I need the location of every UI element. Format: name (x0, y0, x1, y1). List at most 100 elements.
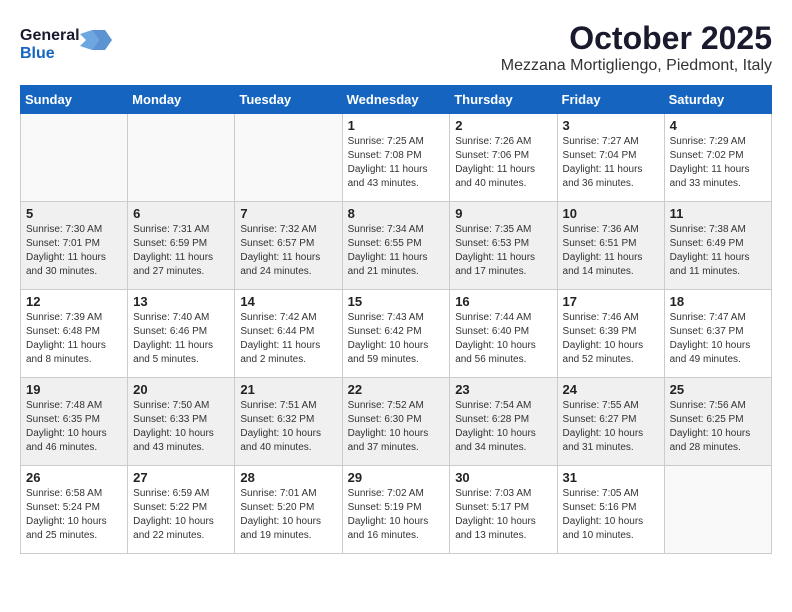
calendar-cell: 30 Sunrise: 7:03 AMSunset: 5:17 PMDayligh… (450, 466, 557, 554)
day-info: Sunrise: 7:02 AMSunset: 5:19 PMDaylight:… (348, 487, 445, 543)
day-number: 7 (240, 206, 336, 221)
day-info: Sunrise: 7:05 AMSunset: 5:16 PMDaylight:… (563, 487, 659, 543)
calendar-cell: 28Sunrise: 7:01 AMSunset: 5:20 PMDayligh… (235, 466, 342, 554)
day-number: 6 (133, 206, 229, 221)
day-info: Sunrise: 7:25 AMSunset: 7:08 PMDaylight:… (348, 135, 445, 191)
day-number: 3 (563, 118, 659, 133)
day-number: 17 (563, 294, 659, 309)
calendar-week-row: 12 Sunrise: 7:39 AMSunset: 6:48 PMDayligh… (21, 290, 772, 378)
calendar-cell: 15 Sunrise: 7:43 AMSunset: 6:42 PMDayligh… (342, 290, 450, 378)
day-info: Sunrise: 7:30 AMSunset: 7:01 PMDaylight:… (26, 223, 122, 279)
calendar-cell: 7 Sunrise: 7:32 AMSunset: 6:57 PMDaylight… (235, 202, 342, 290)
calendar-cell: 5 Sunrise: 7:30 AMSunset: 7:01 PMDaylight… (21, 202, 128, 290)
day-number: 2 (455, 118, 551, 133)
day-info: Sunrise: 7:31 AMSunset: 6:59 PMDaylight:… (133, 223, 229, 279)
svg-text:General: General (20, 27, 80, 44)
day-info: Sunrise: 7:44 AMSunset: 6:40 PMDaylight:… (455, 311, 551, 367)
day-number: 1 (348, 118, 445, 133)
calendar-cell: 8 Sunrise: 7:34 AMSunset: 6:55 PMDaylight… (342, 202, 450, 290)
location-title: Mezzana Mortigliengo, Piedmont, Italy (501, 57, 772, 75)
calendar-cell: 14 Sunrise: 7:42 AMSunset: 6:44 PMDayligh… (235, 290, 342, 378)
day-info: Sunrise: 7:51 AMSunset: 6:32 PMDaylight:… (240, 399, 336, 455)
calendar-week-row: 1 Sunrise: 7:25 AMSunset: 7:08 PMDaylight… (21, 114, 772, 202)
day-info: Sunrise: 7:03 AMSunset: 5:17 PMDaylight:… (455, 487, 551, 543)
day-number: 14 (240, 294, 336, 309)
calendar-cell: 13Sunrise: 7:40 AMSunset: 6:46 PMDayligh… (128, 290, 235, 378)
day-number: 12 (26, 294, 122, 309)
day-number: 8 (348, 206, 445, 221)
calendar-cell: 11 Sunrise: 7:38 AMSunset: 6:49 PMDayligh… (664, 202, 771, 290)
calendar-cell: 26 Sunrise: 6:58 AMSunset: 5:24 PMDayligh… (21, 466, 128, 554)
day-info: Sunrise: 7:52 AMSunset: 6:30 PMDaylight:… (348, 399, 445, 455)
day-info: Sunrise: 7:42 AMSunset: 6:44 PMDaylight:… (240, 311, 336, 367)
day-number: 26 (26, 470, 122, 485)
day-number: 24 (563, 382, 659, 397)
calendar-week-row: 5 Sunrise: 7:30 AMSunset: 7:01 PMDaylight… (21, 202, 772, 290)
day-info: Sunrise: 6:58 AMSunset: 5:24 PMDaylight:… (26, 487, 122, 543)
day-number: 16 (455, 294, 551, 309)
header-day-tuesday: Tuesday (235, 86, 342, 114)
day-info: Sunrise: 7:43 AMSunset: 6:42 PMDaylight:… (348, 311, 445, 367)
calendar-cell: 20Sunrise: 7:50 AMSunset: 6:33 PMDayligh… (128, 378, 235, 466)
day-info: Sunrise: 7:36 AMSunset: 6:51 PMDaylight:… (563, 223, 659, 279)
day-info: Sunrise: 7:48 AMSunset: 6:35 PMDaylight:… (26, 399, 122, 455)
calendar-cell: 19 Sunrise: 7:48 AMSunset: 6:35 PMDayligh… (21, 378, 128, 466)
header-day-thursday: Thursday (450, 86, 557, 114)
calendar-cell: 25 Sunrise: 7:56 AMSunset: 6:25 PMDayligh… (664, 378, 771, 466)
day-info: Sunrise: 7:27 AMSunset: 7:04 PMDaylight:… (563, 135, 659, 191)
header-day-friday: Friday (557, 86, 664, 114)
day-info: Sunrise: 7:54 AMSunset: 6:28 PMDaylight:… (455, 399, 551, 455)
day-info: Sunrise: 7:56 AMSunset: 6:25 PMDaylight:… (670, 399, 766, 455)
logo-icon: General Blue (20, 20, 120, 65)
calendar-cell: 6 Sunrise: 7:31 AMSunset: 6:59 PMDaylight… (128, 202, 235, 290)
logo: General Blue (20, 20, 120, 65)
day-number: 9 (455, 206, 551, 221)
day-info: Sunrise: 7:35 AMSunset: 6:53 PMDaylight:… (455, 223, 551, 279)
header: General Blue October 2025 Mezzana Mortig… (20, 20, 772, 75)
day-info: Sunrise: 7:38 AMSunset: 6:49 PMDaylight:… (670, 223, 766, 279)
calendar-cell: 17 Sunrise: 7:46 AMSunset: 6:39 PMDayligh… (557, 290, 664, 378)
day-info: Sunrise: 7:34 AMSunset: 6:55 PMDaylight:… (348, 223, 445, 279)
month-title: October 2025 (501, 20, 772, 57)
calendar-week-row: 19 Sunrise: 7:48 AMSunset: 6:35 PMDayligh… (21, 378, 772, 466)
calendar-cell: 29 Sunrise: 7:02 AMSunset: 5:19 PMDayligh… (342, 466, 450, 554)
day-number: 31 (563, 470, 659, 485)
calendar-cell: 21 Sunrise: 7:51 AMSunset: 6:32 PMDayligh… (235, 378, 342, 466)
day-number: 15 (348, 294, 445, 309)
calendar-cell: 27Sunrise: 6:59 AMSunset: 5:22 PMDayligh… (128, 466, 235, 554)
day-info: Sunrise: 7:39 AMSunset: 6:48 PMDaylight:… (26, 311, 122, 367)
day-number: 29 (348, 470, 445, 485)
calendar-cell: 22Sunrise: 7:52 AMSunset: 6:30 PMDayligh… (342, 378, 450, 466)
day-number: 27 (133, 470, 229, 485)
title-area: October 2025 Mezzana Mortigliengo, Piedm… (501, 20, 772, 75)
calendar-cell (21, 114, 128, 202)
calendar-header-row: SundayMondayTuesdayWednesdayThursdayFrid… (21, 86, 772, 114)
day-number: 10 (563, 206, 659, 221)
calendar-cell: 9 Sunrise: 7:35 AMSunset: 6:53 PMDaylight… (450, 202, 557, 290)
day-number: 28 (240, 470, 336, 485)
calendar-cell: 2 Sunrise: 7:26 AMSunset: 7:06 PMDaylight… (450, 114, 557, 202)
header-day-wednesday: Wednesday (342, 86, 450, 114)
day-info: Sunrise: 7:47 AMSunset: 6:37 PMDaylight:… (670, 311, 766, 367)
calendar-cell: 31 Sunrise: 7:05 AMSunset: 5:16 PMDayligh… (557, 466, 664, 554)
header-day-monday: Monday (128, 86, 235, 114)
header-day-sunday: Sunday (21, 86, 128, 114)
day-number: 19 (26, 382, 122, 397)
day-info: Sunrise: 7:26 AMSunset: 7:06 PMDaylight:… (455, 135, 551, 191)
calendar-cell: 18Sunrise: 7:47 AMSunset: 6:37 PMDayligh… (664, 290, 771, 378)
day-number: 30 (455, 470, 551, 485)
day-info: Sunrise: 7:50 AMSunset: 6:33 PMDaylight:… (133, 399, 229, 455)
day-number: 5 (26, 206, 122, 221)
day-info: Sunrise: 7:29 AMSunset: 7:02 PMDaylight:… (670, 135, 766, 191)
calendar-cell: 23Sunrise: 7:54 AMSunset: 6:28 PMDayligh… (450, 378, 557, 466)
svg-text:Blue: Blue (20, 45, 55, 62)
day-info: Sunrise: 7:46 AMSunset: 6:39 PMDaylight:… (563, 311, 659, 367)
calendar-cell: 1 Sunrise: 7:25 AMSunset: 7:08 PMDaylight… (342, 114, 450, 202)
day-info: Sunrise: 7:32 AMSunset: 6:57 PMDaylight:… (240, 223, 336, 279)
header-day-saturday: Saturday (664, 86, 771, 114)
day-number: 11 (670, 206, 766, 221)
day-number: 21 (240, 382, 336, 397)
calendar-cell (235, 114, 342, 202)
day-number: 25 (670, 382, 766, 397)
day-info: Sunrise: 7:55 AMSunset: 6:27 PMDaylight:… (563, 399, 659, 455)
